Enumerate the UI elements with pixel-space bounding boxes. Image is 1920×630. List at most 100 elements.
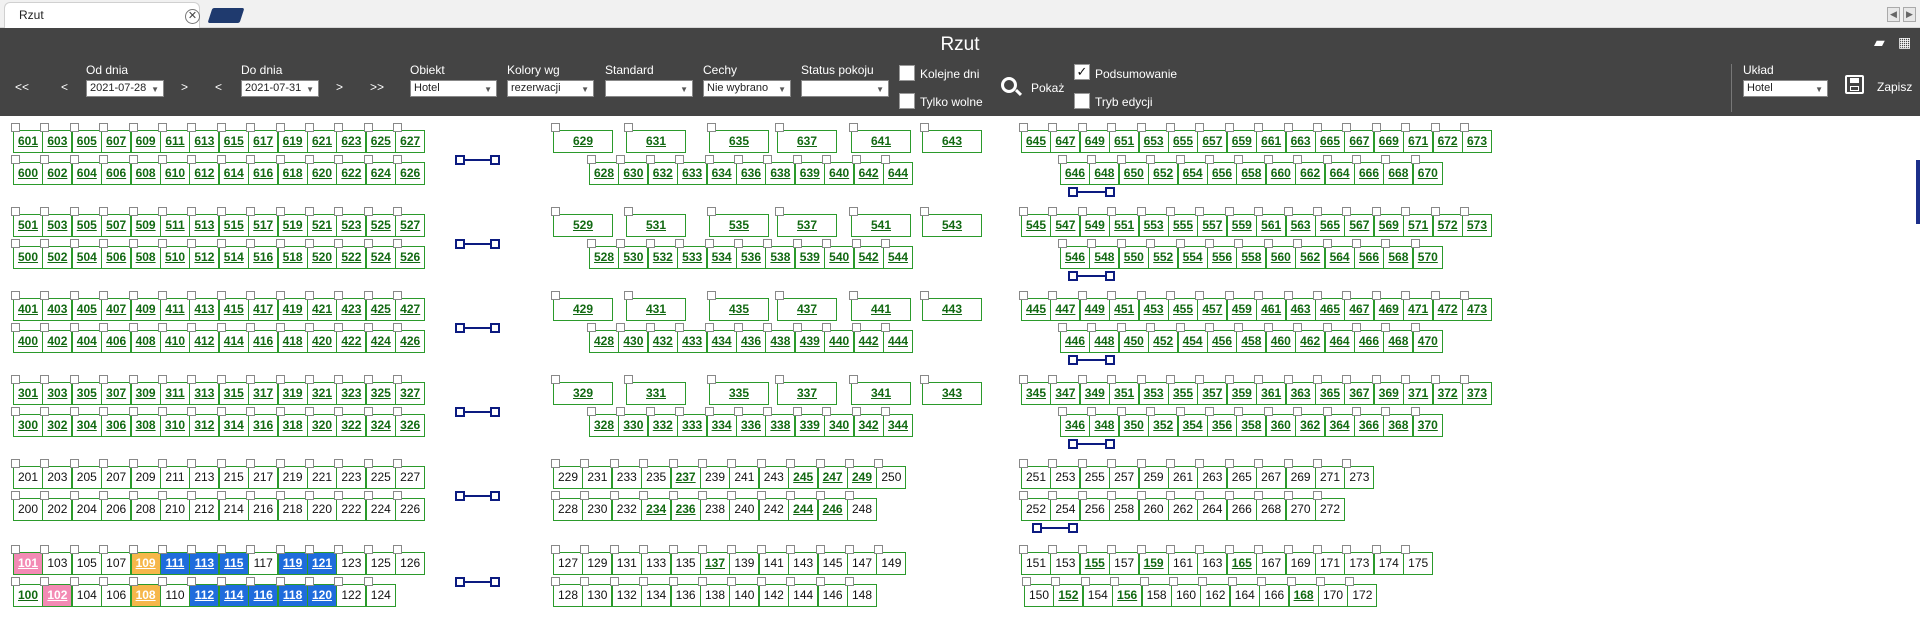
- room-handle[interactable]: [1371, 375, 1381, 384]
- room-520[interactable]: 520: [307, 246, 337, 269]
- room-127[interactable]: 127: [553, 552, 583, 575]
- room-handle[interactable]: [675, 239, 685, 248]
- room-542[interactable]: 542: [853, 246, 884, 269]
- room-handle[interactable]: [99, 291, 109, 300]
- room-359[interactable]: 359: [1226, 382, 1257, 405]
- room-handle[interactable]: [1460, 207, 1469, 216]
- room-165[interactable]: 165: [1226, 552, 1257, 575]
- room-572[interactable]: 572: [1432, 214, 1463, 237]
- room-346[interactable]: 346: [1060, 414, 1090, 437]
- room-handle[interactable]: [1224, 459, 1234, 468]
- room-handle[interactable]: [128, 323, 138, 332]
- room-246[interactable]: 246: [817, 498, 848, 521]
- room-handle[interactable]: [756, 545, 766, 554]
- room-316[interactable]: 316: [248, 414, 279, 437]
- room-433[interactable]: 433: [677, 330, 708, 353]
- room-644[interactable]: 644: [883, 162, 913, 185]
- room-handle[interactable]: [1254, 545, 1264, 554]
- status-pokoju-select[interactable]: ▼: [801, 80, 889, 97]
- room-handle[interactable]: [246, 323, 256, 332]
- room-229[interactable]: 229: [553, 466, 583, 489]
- room-handle[interactable]: [158, 207, 167, 216]
- room-227[interactable]: 227: [395, 466, 426, 489]
- room-358[interactable]: 358: [1236, 414, 1267, 437]
- room-handle[interactable]: [815, 459, 825, 468]
- room-handle[interactable]: [668, 577, 678, 586]
- room-handle[interactable]: [1342, 123, 1352, 132]
- connector-f6-left-anchor[interactable]: [490, 155, 500, 165]
- room-handle[interactable]: [707, 375, 716, 384]
- room-handle[interactable]: [698, 545, 707, 554]
- room-639[interactable]: 639: [794, 162, 825, 185]
- room-handle[interactable]: [639, 545, 649, 554]
- room-666[interactable]: 666: [1354, 162, 1384, 185]
- room-564[interactable]: 564: [1324, 246, 1355, 269]
- room-172[interactable]: 172: [1347, 584, 1378, 607]
- room-handle[interactable]: [363, 407, 373, 416]
- room-530[interactable]: 530: [618, 246, 649, 269]
- room-315[interactable]: 315: [218, 382, 249, 405]
- room-handle[interactable]: [551, 291, 560, 300]
- room-672[interactable]: 672: [1432, 130, 1463, 153]
- room-handle[interactable]: [845, 577, 854, 586]
- room-321[interactable]: 321: [307, 382, 337, 405]
- room-222[interactable]: 222: [336, 498, 367, 521]
- room-329[interactable]: 329: [553, 382, 613, 405]
- room-613[interactable]: 613: [189, 130, 220, 153]
- room-handle[interactable]: [1077, 491, 1087, 500]
- room-handle[interactable]: [1460, 291, 1469, 300]
- room-handle[interactable]: [99, 577, 109, 586]
- room-328[interactable]: 328: [589, 414, 619, 437]
- room-handle[interactable]: [1087, 323, 1097, 332]
- room-handle[interactable]: [786, 577, 796, 586]
- room-handle[interactable]: [158, 459, 167, 468]
- room-handle[interactable]: [11, 407, 20, 416]
- room-340[interactable]: 340: [824, 414, 855, 437]
- room-handle[interactable]: [1048, 123, 1058, 132]
- room-handle[interactable]: [580, 491, 590, 500]
- room-175[interactable]: 175: [1403, 552, 1434, 575]
- room-handle[interactable]: [1107, 459, 1117, 468]
- room-122[interactable]: 122: [336, 584, 367, 607]
- room-601[interactable]: 601: [13, 130, 43, 153]
- room-653[interactable]: 653: [1138, 130, 1169, 153]
- room-559[interactable]: 559: [1226, 214, 1257, 237]
- room-handle[interactable]: [881, 239, 890, 248]
- room-handle[interactable]: [11, 491, 20, 500]
- room-handle[interactable]: [1234, 239, 1244, 248]
- room-handle[interactable]: [275, 123, 285, 132]
- room-handle[interactable]: [1048, 375, 1058, 384]
- room-handle[interactable]: [69, 123, 79, 132]
- room-571[interactable]: 571: [1403, 214, 1434, 237]
- room-handle[interactable]: [551, 207, 560, 216]
- room-441[interactable]: 441: [851, 298, 911, 321]
- connector-f3-right-anchor[interactable]: [1105, 439, 1115, 449]
- room-handle[interactable]: [1460, 123, 1469, 132]
- podsumowanie-checkbox[interactable]: ✓: [1074, 64, 1090, 80]
- room-422[interactable]: 422: [336, 330, 367, 353]
- room-311[interactable]: 311: [160, 382, 190, 405]
- room-268[interactable]: 268: [1256, 498, 1287, 521]
- room-handle[interactable]: [334, 207, 344, 216]
- od-dnia-field[interactable]: 2021-07-28 ▼: [86, 80, 164, 97]
- room-handle[interactable]: [11, 459, 20, 468]
- room-handle[interactable]: [1087, 155, 1097, 164]
- room-306[interactable]: 306: [101, 414, 132, 437]
- room-handle[interactable]: [393, 239, 403, 248]
- room-528[interactable]: 528: [589, 246, 619, 269]
- room-104[interactable]: 104: [71, 584, 102, 607]
- room-304[interactable]: 304: [71, 414, 102, 437]
- room-624[interactable]: 624: [365, 162, 396, 185]
- room-426[interactable]: 426: [395, 330, 426, 353]
- save-icon[interactable]: [1845, 75, 1864, 94]
- room-handle[interactable]: [363, 323, 373, 332]
- room-361[interactable]: 361: [1256, 382, 1287, 405]
- scroll-left-icon[interactable]: ◀: [1887, 7, 1900, 22]
- room-259[interactable]: 259: [1138, 466, 1169, 489]
- room-handle[interactable]: [851, 407, 861, 416]
- room-454[interactable]: 454: [1177, 330, 1208, 353]
- room-646[interactable]: 646: [1060, 162, 1090, 185]
- room-552[interactable]: 552: [1148, 246, 1179, 269]
- room-211[interactable]: 211: [160, 466, 190, 489]
- room-671[interactable]: 671: [1403, 130, 1434, 153]
